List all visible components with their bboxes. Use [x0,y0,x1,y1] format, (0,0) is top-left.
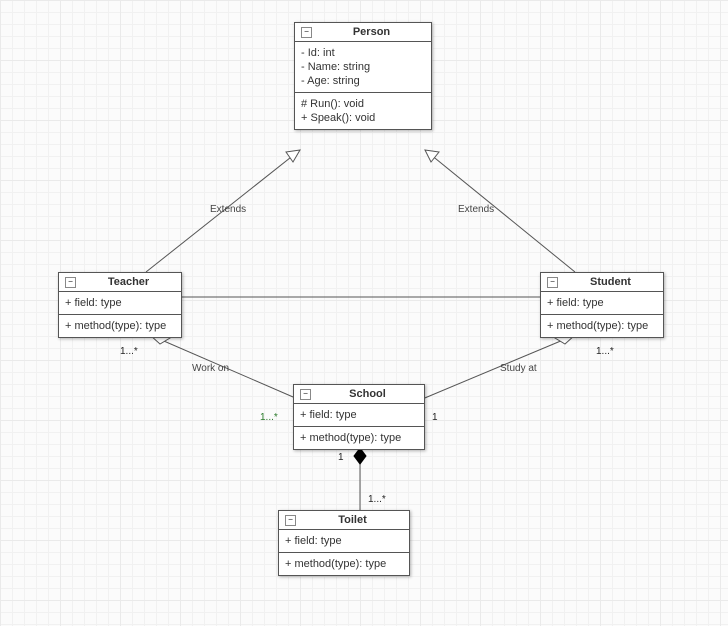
collapse-icon[interactable]: − [301,27,312,38]
class-school-attrs: + field: type [294,404,424,427]
attr-row: + field: type [285,534,403,548]
op-row: + method(type): type [65,319,175,333]
attr-row: - Age: string [301,74,425,88]
mult-school-left: 1...* [260,412,278,423]
label-extends-left: Extends [210,204,246,215]
collapse-icon[interactable]: − [65,277,76,288]
collapse-icon[interactable]: − [300,389,311,400]
class-student-attrs: + field: type [541,292,663,315]
collapse-icon[interactable]: − [547,277,558,288]
class-toilet-attrs: + field: type [279,530,409,553]
mult-teacher: 1...* [120,346,138,357]
class-person-title[interactable]: − Person [295,23,431,42]
mult-student: 1...* [596,346,614,357]
op-row: + method(type): type [547,319,657,333]
mult-school-bottom: 1 [338,452,344,463]
class-person-ops: # Run(): void + Speak(): void [295,93,431,129]
class-name: School [317,388,418,400]
label-extends-right: Extends [458,204,494,215]
collapse-icon[interactable]: − [285,515,296,526]
attr-row: + field: type [65,296,175,310]
label-study-at: Study at [500,363,537,374]
class-person-attrs: - Id: int - Name: string - Age: string [295,42,431,93]
class-name: Teacher [82,276,175,288]
class-name: Person [318,26,425,38]
class-school-title[interactable]: − School [294,385,424,404]
op-row: + Speak(): void [301,111,425,125]
class-toilet[interactable]: − Toilet + field: type + method(type): t… [278,510,410,576]
class-school-ops: + method(type): type [294,427,424,449]
class-student-title[interactable]: − Student [541,273,663,292]
class-teacher-title[interactable]: − Teacher [59,273,181,292]
attr-row: - Name: string [301,60,425,74]
class-name: Student [564,276,657,288]
class-student-ops: + method(type): type [541,315,663,337]
op-row: + method(type): type [300,431,418,445]
label-work-on: Work on [192,363,229,374]
class-toilet-title[interactable]: − Toilet [279,511,409,530]
diagram-canvas[interactable]: { "classes": { "person": { "name": "Pers… [0,0,728,626]
class-toilet-ops: + method(type): type [279,553,409,575]
mult-school-right: 1 [432,412,438,423]
attr-row: - Id: int [301,46,425,60]
attr-row: + field: type [300,408,418,422]
class-school[interactable]: − School + field: type + method(type): t… [293,384,425,450]
class-teacher-attrs: + field: type [59,292,181,315]
class-person[interactable]: − Person - Id: int - Name: string - Age:… [294,22,432,130]
class-teacher-ops: + method(type): type [59,315,181,337]
class-student[interactable]: − Student + field: type + method(type): … [540,272,664,338]
mult-toilet-top: 1...* [368,494,386,505]
class-teacher[interactable]: − Teacher + field: type + method(type): … [58,272,182,338]
op-row: # Run(): void [301,97,425,111]
attr-row: + field: type [547,296,657,310]
op-row: + method(type): type [285,557,403,571]
class-name: Toilet [302,514,403,526]
